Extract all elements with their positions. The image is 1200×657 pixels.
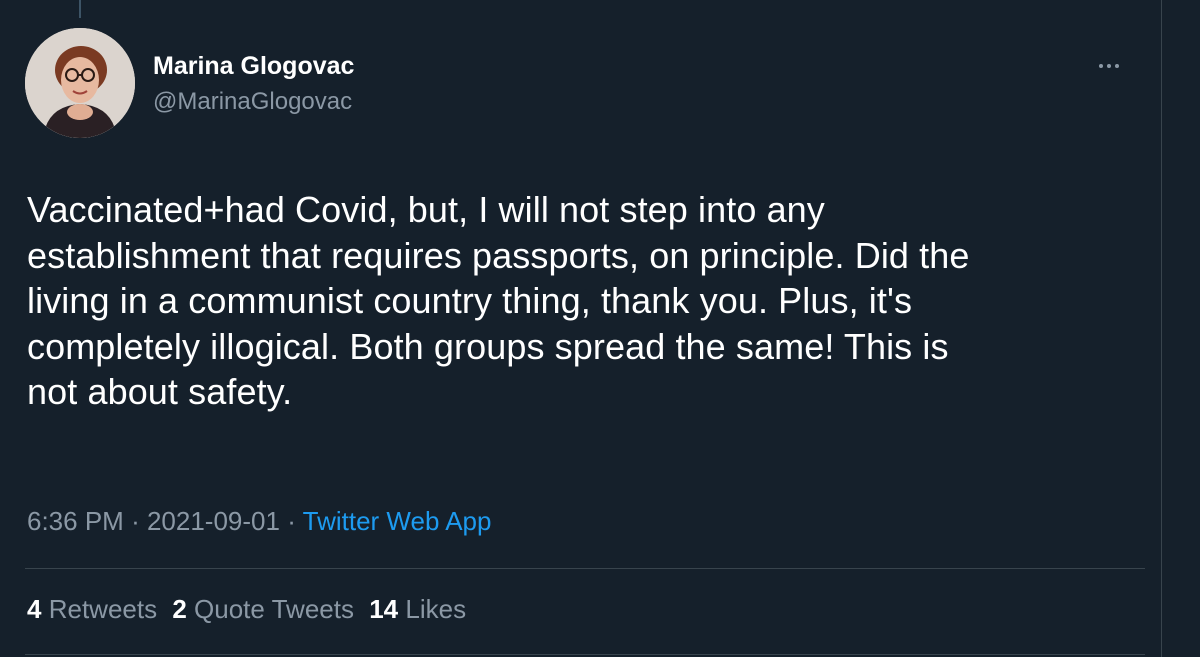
likes-stat[interactable]: 14 Likes — [369, 594, 466, 625]
meta-separator: · — [287, 506, 296, 536]
column-border — [1161, 0, 1162, 657]
tweet-time[interactable]: 6:36 PM — [27, 506, 124, 536]
engagement-stats: 4 Retweets 2 Quote Tweets 14 Likes — [27, 594, 474, 625]
tweet-text: Vaccinated+had Covid, but, I will not st… — [27, 189, 970, 412]
quote-tweets-label: Quote Tweets — [194, 594, 354, 624]
likes-count: 14 — [369, 594, 399, 624]
retweets-label: Retweets — [48, 594, 158, 624]
retweets-stat[interactable]: 4 Retweets — [27, 594, 157, 625]
more-horizontal-icon — [1099, 64, 1119, 68]
avatar[interactable] — [25, 28, 135, 138]
tweet-date[interactable]: 2021-09-01 — [147, 506, 280, 536]
more-options-button[interactable] — [1089, 48, 1129, 84]
author-handle[interactable]: @MarinaGlogovac — [153, 88, 352, 116]
divider — [25, 568, 1145, 569]
quote-tweets-count: 2 — [172, 594, 187, 624]
tweet-metadata: 6:36 PM · 2021-09-01 · Twitter Web App — [27, 506, 491, 537]
thread-connector-line — [79, 0, 81, 18]
likes-label: Likes — [405, 594, 467, 624]
author-name[interactable]: Marina Glogovac — [153, 52, 354, 81]
tweet-source-link[interactable]: Twitter Web App — [303, 506, 492, 536]
meta-separator: · — [131, 506, 140, 536]
quote-tweets-stat[interactable]: 2 Quote Tweets — [172, 594, 354, 625]
divider — [25, 654, 1145, 655]
retweets-count: 4 — [27, 594, 42, 624]
